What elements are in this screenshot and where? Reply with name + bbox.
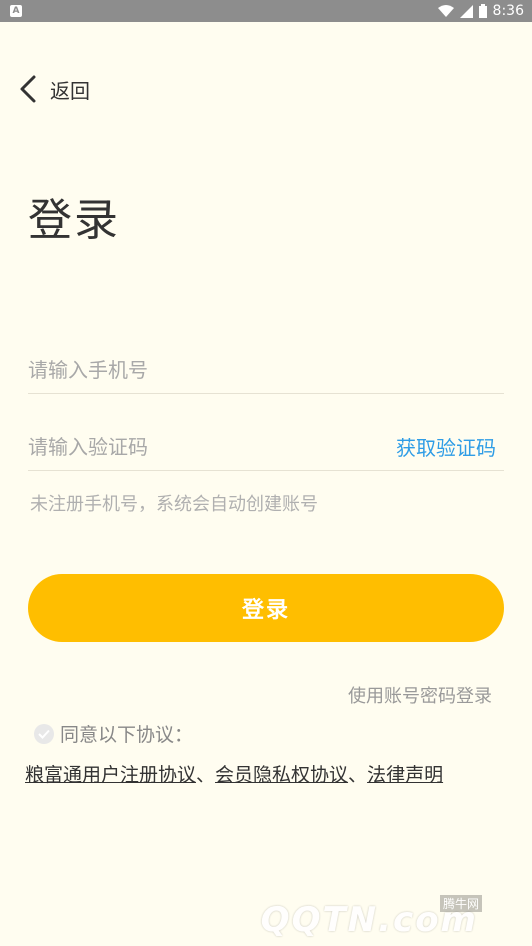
check-icon bbox=[38, 729, 50, 739]
signal-icon bbox=[459, 4, 473, 18]
privacy-agreement-link[interactable]: 会员隐私权协议 bbox=[215, 764, 348, 786]
page-title: 登录 bbox=[28, 195, 120, 246]
wifi-icon bbox=[437, 5, 454, 17]
link-separator: 、 bbox=[196, 764, 216, 786]
link-separator: 、 bbox=[348, 764, 368, 786]
chevron-left-icon bbox=[20, 75, 36, 103]
login-button[interactable]: 登录 bbox=[28, 574, 504, 642]
agreement-row: 同意以下协议： bbox=[34, 720, 193, 747]
user-registration-agreement-link[interactable]: 粮富通用户注册协议 bbox=[25, 764, 196, 786]
watermark: QQTN.com 腾牛网 bbox=[261, 895, 522, 940]
get-code-button[interactable]: 获取验证码 bbox=[396, 432, 504, 461]
battery-icon bbox=[478, 4, 487, 18]
legal-statement-link[interactable]: 法律声明 bbox=[367, 764, 443, 786]
clock: 8:36 bbox=[492, 3, 524, 19]
phone-field-row bbox=[28, 346, 504, 394]
code-field-row: 获取验证码 bbox=[28, 423, 504, 471]
agreement-links: 粮富通用户注册协议、会员隐私权协议、法律声明 bbox=[25, 760, 443, 787]
registration-hint: 未注册手机号，系统会自动创建账号 bbox=[30, 494, 318, 515]
password-login-link[interactable]: 使用账号密码登录 bbox=[348, 682, 492, 708]
notification-icon: A bbox=[10, 5, 22, 17]
back-label: 返回 bbox=[50, 78, 90, 103]
status-right: 8:36 bbox=[437, 3, 524, 19]
watermark-site-name: 腾牛网 bbox=[439, 895, 482, 912]
agree-checkbox[interactable] bbox=[34, 723, 54, 744]
status-bar: A 8:36 bbox=[0, 0, 532, 22]
verification-code-input[interactable] bbox=[28, 434, 396, 459]
agreement-label: 同意以下协议： bbox=[60, 724, 194, 746]
phone-input[interactable] bbox=[28, 357, 504, 382]
status-left: A bbox=[10, 5, 22, 17]
back-button[interactable]: 返回 bbox=[18, 72, 90, 106]
